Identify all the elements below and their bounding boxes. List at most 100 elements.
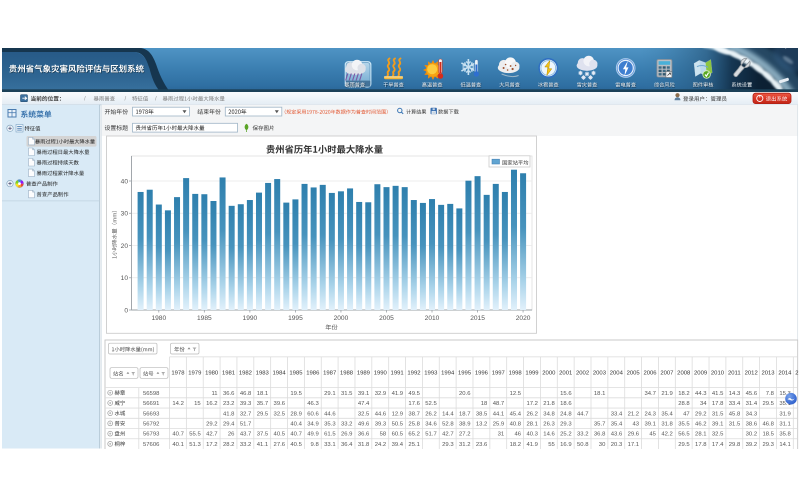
svg-text:1980: 1980: [205, 371, 219, 377]
svg-text:31.4: 31.4: [746, 401, 758, 407]
svg-text:58: 58: [380, 432, 387, 438]
svg-text:43.6: 43.6: [611, 432, 623, 438]
svg-text:33.2: 33.2: [240, 442, 251, 448]
svg-text:38.6: 38.6: [746, 422, 758, 428]
svg-text:56691: 56691: [143, 401, 159, 407]
svg-text:2006: 2006: [643, 371, 657, 377]
svg-text:1997: 1997: [492, 371, 505, 377]
svg-text:46: 46: [514, 432, 521, 438]
svg-text:2010: 2010: [711, 371, 725, 377]
svg-text:15: 15: [194, 401, 201, 407]
svg-text:26.9: 26.9: [341, 432, 352, 438]
svg-text:44.6: 44.6: [375, 411, 387, 417]
svg-text:35.7: 35.7: [257, 401, 268, 407]
svg-text:44.7: 44.7: [577, 411, 588, 417]
svg-text:1991: 1991: [391, 371, 404, 377]
svg-text:34.7: 34.7: [644, 391, 655, 397]
svg-text:29.4: 29.4: [223, 422, 235, 428]
svg-text:39.6: 39.6: [274, 401, 286, 407]
svg-text:31.8: 31.8: [661, 422, 673, 428]
svg-text:1998: 1998: [509, 371, 523, 377]
svg-text:2002: 2002: [576, 371, 589, 377]
svg-text:14.6: 14.6: [543, 432, 555, 438]
svg-text:16.2: 16.2: [206, 401, 217, 407]
svg-text:44.1: 44.1: [493, 411, 504, 417]
svg-text:18.2: 18.2: [510, 442, 521, 448]
svg-text:34.6: 34.6: [425, 422, 437, 428]
svg-text:39.3: 39.3: [240, 401, 252, 407]
svg-text:40.3: 40.3: [526, 432, 538, 438]
svg-text:32.5: 32.5: [712, 432, 724, 438]
svg-text:18.5: 18.5: [762, 432, 774, 438]
svg-text:17.8: 17.8: [712, 401, 724, 407]
svg-text:21.2: 21.2: [628, 411, 639, 417]
svg-text:23.2: 23.2: [223, 401, 234, 407]
svg-text:43: 43: [633, 422, 640, 428]
svg-text:35.5: 35.5: [678, 422, 690, 428]
svg-text:45.4: 45.4: [510, 411, 522, 417]
svg-text:52.8: 52.8: [442, 422, 454, 428]
svg-text:2011: 2011: [728, 371, 741, 377]
svg-text:14.2: 14.2: [172, 401, 183, 407]
svg-text:1994: 1994: [441, 371, 455, 377]
svg-text:29.5: 29.5: [762, 401, 774, 407]
svg-text:39.4: 39.4: [392, 442, 404, 448]
svg-text:12.5: 12.5: [510, 391, 522, 397]
svg-text:1982: 1982: [239, 371, 252, 377]
svg-text:47: 47: [683, 411, 690, 417]
svg-text:49.5: 49.5: [408, 391, 420, 397]
svg-text:2013: 2013: [761, 371, 775, 377]
svg-text:27.6: 27.6: [274, 442, 286, 448]
svg-text:52.5: 52.5: [425, 401, 437, 407]
svg-text:42.7: 42.7: [206, 432, 217, 438]
svg-text:1978: 1978: [171, 371, 185, 377]
svg-text:61.5: 61.5: [324, 432, 336, 438]
svg-text:33.2: 33.2: [577, 432, 588, 438]
svg-text:23.6: 23.6: [476, 442, 488, 448]
svg-text:9.8: 9.8: [311, 442, 320, 448]
svg-text:43.7: 43.7: [240, 432, 251, 438]
svg-text:21.8: 21.8: [543, 401, 555, 407]
svg-text:2000: 2000: [542, 371, 556, 377]
svg-text:17.2: 17.2: [526, 401, 537, 407]
svg-text:18.6: 18.6: [560, 401, 572, 407]
svg-text:29.2: 29.2: [695, 411, 706, 417]
svg-text:17.6: 17.6: [408, 401, 420, 407]
svg-text:32.9: 32.9: [375, 391, 386, 397]
svg-text:18.7: 18.7: [459, 411, 470, 417]
svg-text:28.2: 28.2: [223, 442, 234, 448]
svg-text:1985: 1985: [197, 315, 212, 322]
svg-text:35.3: 35.3: [324, 422, 336, 428]
svg-text:0: 0: [124, 307, 128, 314]
svg-text:60.6: 60.6: [307, 411, 319, 417]
svg-text:45.6: 45.6: [746, 391, 758, 397]
svg-text:36.4: 36.4: [341, 442, 353, 448]
svg-text:45: 45: [649, 432, 656, 438]
svg-text:25.1: 25.1: [408, 442, 419, 448]
svg-text:29.8: 29.8: [729, 442, 741, 448]
svg-text:1995: 1995: [288, 315, 303, 322]
svg-text:1993: 1993: [424, 371, 438, 377]
svg-text:2005: 2005: [379, 315, 394, 322]
svg-text:31.5: 31.5: [341, 391, 353, 397]
svg-text:1981: 1981: [222, 371, 235, 377]
svg-text:48.7: 48.7: [493, 401, 504, 407]
svg-text:21.9: 21.9: [661, 391, 672, 397]
svg-text:14.4: 14.4: [442, 411, 454, 417]
svg-text:30.2: 30.2: [746, 432, 757, 438]
svg-text:34.8: 34.8: [543, 411, 555, 417]
svg-text:20: 20: [121, 243, 129, 250]
svg-text:29.3: 29.3: [442, 442, 454, 448]
svg-text:42.2: 42.2: [661, 432, 672, 438]
svg-text:1987: 1987: [323, 371, 336, 377]
svg-text:45.8: 45.8: [729, 411, 741, 417]
svg-text:29.5: 29.5: [678, 442, 690, 448]
svg-text:39.3: 39.3: [375, 422, 387, 428]
svg-text:47.4: 47.4: [358, 401, 370, 407]
svg-text:46.2: 46.2: [695, 422, 706, 428]
svg-text:40.1: 40.1: [172, 442, 183, 448]
svg-text:2005: 2005: [627, 371, 641, 377]
svg-text:31.8: 31.8: [358, 442, 370, 448]
svg-text:26.2: 26.2: [526, 411, 537, 417]
svg-text:40.5: 40.5: [290, 442, 302, 448]
